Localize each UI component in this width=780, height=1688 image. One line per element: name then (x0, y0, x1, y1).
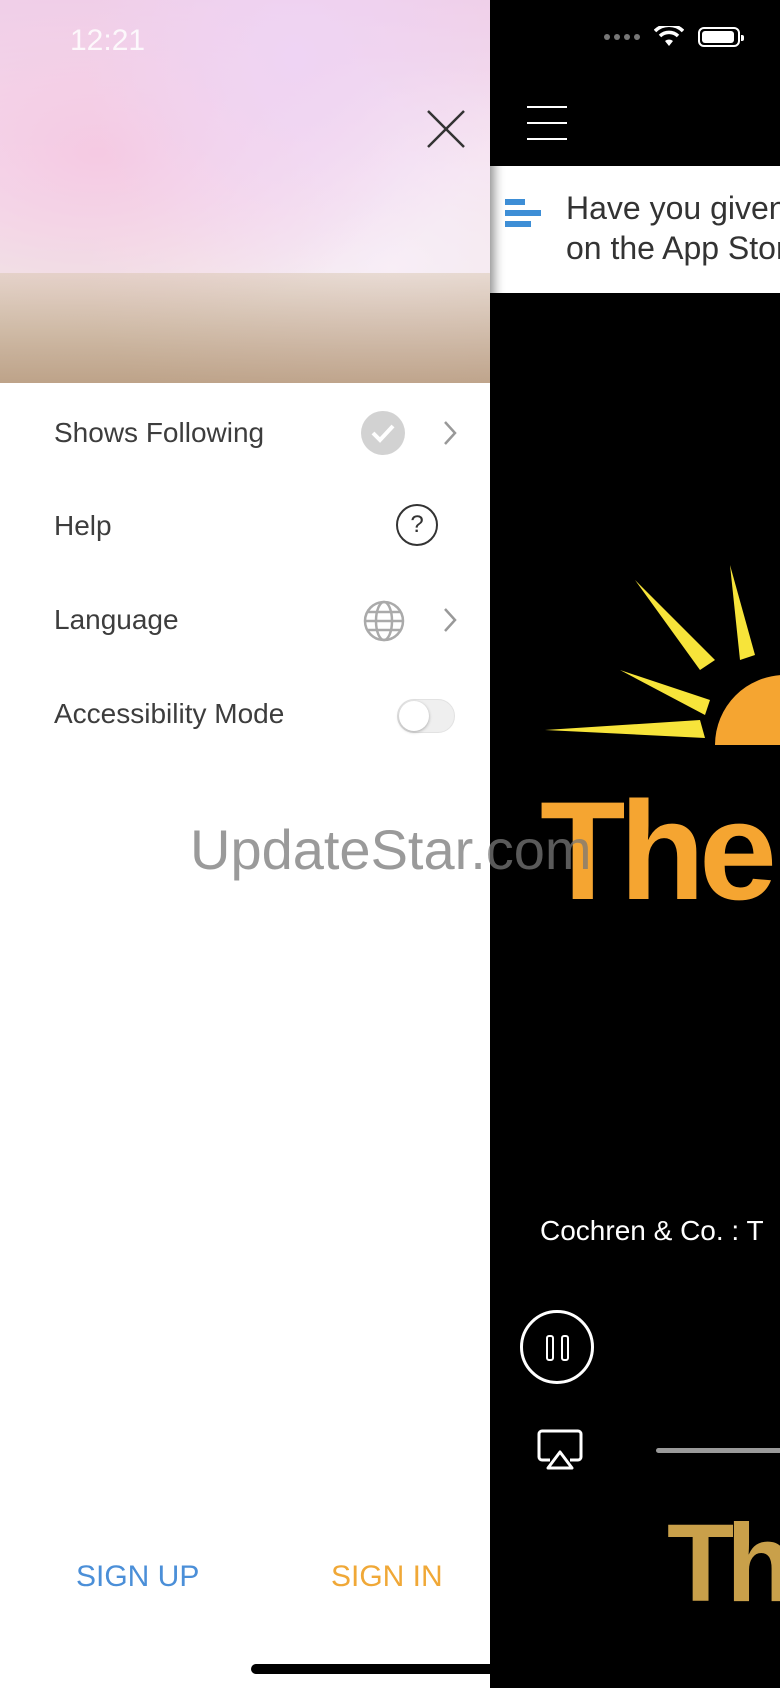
banner-text: Have you given us a review on the App St… (566, 190, 780, 266)
menu-item-label: Shows Following (54, 417, 265, 448)
accessibility-toggle[interactable] (397, 699, 455, 733)
sign-in-button[interactable]: SIGN IN (331, 1560, 443, 1594)
now-playing-title: Cochren & Co. : T (540, 1215, 764, 1246)
menu-icon[interactable] (527, 106, 567, 140)
message-icon (505, 199, 541, 229)
progress-bar[interactable] (656, 1448, 780, 1453)
chevron-right-icon (444, 608, 457, 632)
status-time: 12:21 (70, 24, 146, 57)
review-banner[interactable]: Have you given us a review on the App St… (490, 166, 780, 293)
help-icon: ? (396, 504, 438, 546)
airplay-icon[interactable] (536, 1428, 584, 1472)
sign-up-button[interactable]: SIGN UP (76, 1560, 199, 1594)
watermark: UpdateStar.com (190, 818, 592, 881)
chevron-right-icon (444, 421, 457, 445)
drawer-header-image: 12:21 (0, 0, 490, 383)
check-circle-icon (361, 411, 405, 455)
menu-item-label: Accessibility Mode (54, 698, 285, 729)
close-icon[interactable] (424, 107, 468, 151)
menu-item-accessibility[interactable]: Accessibility Mode (0, 686, 490, 746)
menu-item-label: Help (54, 510, 112, 541)
battery-icon (698, 27, 744, 47)
wifi-icon (654, 26, 684, 46)
menu-item-language[interactable]: Language (0, 592, 490, 652)
menu-item-help[interactable]: Help ? (0, 498, 490, 558)
globe-icon (363, 600, 405, 642)
signal-icon (604, 34, 640, 40)
home-indicator[interactable] (251, 1664, 528, 1674)
bottom-logo-text: Th (667, 1502, 780, 1625)
status-icons (604, 26, 744, 48)
menu-item-label: Language (54, 604, 179, 635)
pause-button[interactable] (520, 1310, 594, 1384)
menu-item-shows-following[interactable]: Shows Following (0, 405, 490, 465)
